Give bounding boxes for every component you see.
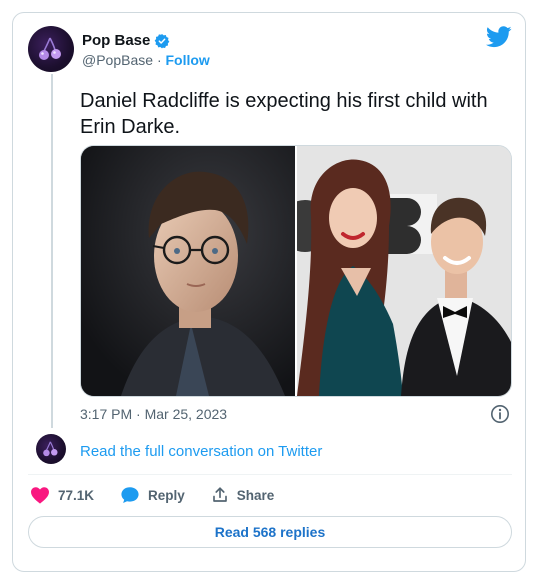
reply-label: Reply <box>148 487 185 503</box>
cherry-logo-icon <box>43 441 58 457</box>
reply-button[interactable]: Reply <box>120 486 185 504</box>
share-icon <box>212 487 227 502</box>
author-handle[interactable]: @PopBase <box>82 52 153 68</box>
like-button[interactable]: 77.1K <box>30 486 94 504</box>
heart-icon <box>31 487 49 504</box>
tweet-actions: 77.1K Reply Share <box>30 486 300 504</box>
info-icon[interactable] <box>490 404 510 424</box>
tweet-media[interactable] <box>80 145 512 397</box>
tweet-timestamp[interactable]: 3:17 PM · Mar 25, 2023 <box>80 406 227 422</box>
photo-couple-right[interactable] <box>297 146 511 396</box>
divider <box>28 474 512 475</box>
tweet-text: Daniel Radcliffe is expecting his first … <box>80 90 488 138</box>
reply-bubble-icon <box>121 487 139 504</box>
verified-badge-icon <box>155 33 170 48</box>
author-name-row: Pop Base <box>82 32 170 49</box>
profile-avatar[interactable] <box>28 26 74 72</box>
like-count: 77.1K <box>58 487 95 503</box>
follow-button[interactable]: Follow <box>166 52 210 68</box>
cherry-logo-icon <box>39 37 61 60</box>
read-conversation-link[interactable]: Read the full conversation on Twitter <box>80 443 322 460</box>
thread-line <box>51 74 53 428</box>
share-button[interactable]: Share <box>211 486 275 504</box>
read-replies-button[interactable]: Read 568 replies <box>28 516 512 548</box>
portrait-illustration <box>81 146 295 396</box>
handle-separator: · <box>156 52 162 68</box>
twitter-bird-icon[interactable] <box>486 26 512 48</box>
photo-portrait-left[interactable] <box>81 146 295 396</box>
author-name[interactable]: Pop Base <box>82 32 150 49</box>
profile-avatar-small[interactable] <box>36 434 66 464</box>
couple-illustration <box>297 146 511 396</box>
share-label: Share <box>236 487 275 503</box>
author-handle-row: @PopBase · Follow <box>82 52 210 68</box>
